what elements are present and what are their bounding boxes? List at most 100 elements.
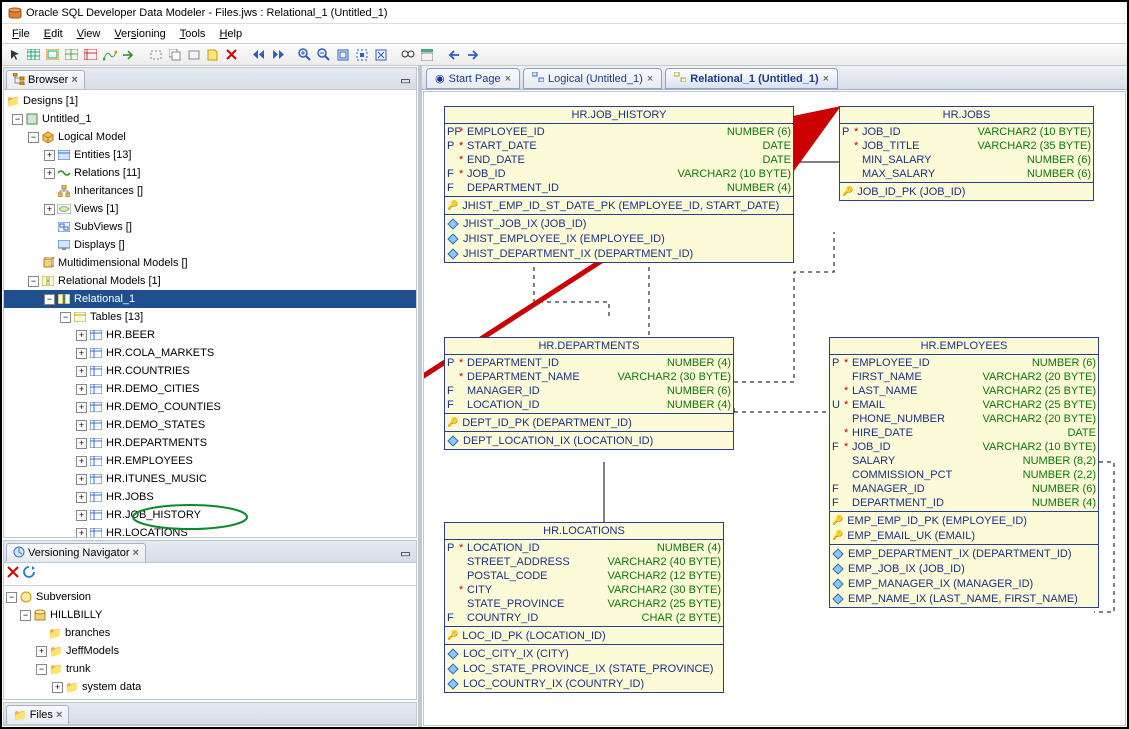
browser-tab[interactable]: Browser ×	[6, 70, 85, 89]
note-icon[interactable]	[204, 46, 221, 63]
delete-icon[interactable]	[223, 46, 240, 63]
expand-icon[interactable]: +	[36, 646, 47, 657]
tree-rel1[interactable]: Relational_1	[74, 293, 135, 305]
expand-icon[interactable]: +	[76, 474, 87, 485]
expand-icon[interactable]: +	[76, 438, 87, 449]
tree-relations[interactable]: Relations [11]	[74, 167, 140, 179]
minimize-icon[interactable]: ▭	[397, 545, 414, 562]
menu-help[interactable]: Help	[219, 28, 242, 40]
arrow-right-blue-icon[interactable]	[464, 46, 481, 63]
entity-departments[interactable]: HR.DEPARTMENTS P*DEPARTMENT_IDNUMBER (4)…	[444, 337, 734, 450]
tree-branches[interactable]: branches	[65, 627, 110, 639]
tree-table[interactable]: HR.ITUNES_MUSIC	[106, 473, 207, 485]
expand-icon[interactable]: +	[52, 682, 63, 693]
tree-table[interactable]: HR.DEMO_CITIES	[106, 383, 200, 395]
tree-table[interactable]: HR.JOB_HISTORY	[106, 509, 201, 521]
form-icon[interactable]	[418, 46, 435, 63]
entity-employees[interactable]: HR.EMPLOYEES P*EMPLOYEE_IDNUMBER (6)FIRS…	[829, 337, 1099, 608]
tree-inheritances[interactable]: Inheritances []	[74, 185, 143, 197]
tree-entities[interactable]: Entities [13]	[74, 149, 131, 161]
arrow-right-green-icon[interactable]	[120, 46, 137, 63]
tree-designs[interactable]: Designs [1]	[23, 95, 78, 107]
expand-icon[interactable]: +	[44, 204, 55, 215]
entity-locations[interactable]: HR.LOCATIONS P*LOCATION_IDNUMBER (4)STRE…	[444, 522, 724, 693]
versioning-tree[interactable]: −Subversion −HILLBILLY 📁branches +📁JeffM…	[4, 586, 416, 699]
zoom-in-icon[interactable]	[296, 46, 313, 63]
files-tab[interactable]: 📁 Files ×	[6, 705, 69, 724]
tree-table[interactable]: HR.COUNTRIES	[106, 365, 190, 377]
expand-icon[interactable]: +	[76, 456, 87, 467]
collapse-icon[interactable]: −	[20, 610, 31, 621]
tree-relmodels[interactable]: Relational Models [1]	[58, 275, 161, 287]
expand-icon[interactable]: +	[44, 150, 55, 161]
zoom-out-icon[interactable]	[315, 46, 332, 63]
tree-table[interactable]: HR.COLA_MARKETS	[106, 347, 214, 359]
tab-logical[interactable]: Logical (Untitled_1)×	[523, 68, 662, 89]
menu-edit[interactable]: Edit	[44, 28, 63, 40]
tree-trunk[interactable]: trunk	[66, 663, 90, 675]
tree-table[interactable]: HR.DEMO_COUNTIES	[106, 401, 221, 413]
collapse-icon[interactable]: −	[36, 664, 47, 675]
expand-icon[interactable]: +	[76, 528, 87, 538]
versioning-tab[interactable]: Versioning Navigator ×	[6, 543, 146, 562]
close-icon[interactable]: ×	[823, 73, 829, 85]
entity-job-history[interactable]: HR.JOB_HISTORY PF*EMPLOYEE_IDNUMBER (6)P…	[444, 106, 794, 263]
collapse-icon[interactable]: −	[12, 114, 23, 125]
nav-last-icon[interactable]	[269, 46, 286, 63]
menu-view[interactable]: View	[77, 28, 101, 40]
collapse-icon[interactable]: −	[28, 276, 39, 287]
arrow-left-blue-icon[interactable]	[445, 46, 462, 63]
tree-table[interactable]: HR.JOBS	[106, 491, 154, 503]
tree-table[interactable]: HR.EMPLOYEES	[106, 455, 193, 467]
tree-table[interactable]: HR.BEER	[106, 329, 155, 341]
expand-icon[interactable]: +	[76, 492, 87, 503]
entity-jobs[interactable]: HR.JOBS P*JOB_IDVARCHAR2 (10 BYTE)*JOB_T…	[839, 106, 1094, 201]
grid4-icon[interactable]	[82, 46, 99, 63]
expand-icon[interactable]: +	[76, 420, 87, 431]
close-icon[interactable]: ×	[647, 73, 653, 85]
default-size-icon[interactable]	[372, 46, 389, 63]
expand-icon[interactable]: +	[76, 330, 87, 341]
tree-logical[interactable]: Logical Model	[58, 131, 126, 143]
grid3-icon[interactable]	[63, 46, 80, 63]
close-icon[interactable]: ×	[505, 73, 511, 85]
browser-tree[interactable]: 📁Designs [1] −Untitled_1 −Logical Model …	[4, 90, 416, 537]
grid2-icon[interactable]	[44, 46, 61, 63]
grid1-icon[interactable]	[25, 46, 42, 63]
diagram-canvas[interactable]: HR.JOB_HISTORY PF*EMPLOYEE_IDNUMBER (6)P…	[423, 91, 1126, 726]
collapse-icon[interactable]: −	[60, 312, 71, 323]
expand-icon[interactable]: +	[76, 366, 87, 377]
tree-views[interactable]: Views [1]	[74, 203, 118, 215]
delete-icon[interactable]	[7, 566, 19, 582]
pointer-icon[interactable]	[6, 46, 23, 63]
copy-icon[interactable]	[166, 46, 183, 63]
minimize-icon[interactable]: ▭	[397, 72, 414, 89]
refresh-icon[interactable]	[23, 566, 36, 582]
close-icon[interactable]: ×	[56, 709, 62, 721]
nav-first-icon[interactable]	[250, 46, 267, 63]
fit-selection-icon[interactable]	[353, 46, 370, 63]
collapse-icon[interactable]: −	[28, 132, 39, 143]
menu-file[interactable]: File	[12, 28, 30, 40]
close-icon[interactable]: ×	[133, 547, 139, 559]
expand-icon[interactable]: +	[76, 510, 87, 521]
expand-icon[interactable]: +	[76, 402, 87, 413]
expand-icon[interactable]: +	[76, 384, 87, 395]
collapse-icon[interactable]: −	[6, 592, 17, 603]
tab-relational[interactable]: Relational_1 (Untitled_1)×	[665, 68, 838, 89]
box-solid-icon[interactable]	[185, 46, 202, 63]
tree-svn[interactable]: Subversion	[36, 591, 91, 603]
path-icon[interactable]	[101, 46, 118, 63]
menu-tools[interactable]: Tools	[180, 28, 206, 40]
tree-jeff[interactable]: JeffModels	[66, 645, 119, 657]
tree-table[interactable]: HR.DEPARTMENTS	[106, 437, 207, 449]
expand-icon[interactable]: +	[76, 348, 87, 359]
fit-window-icon[interactable]	[334, 46, 351, 63]
tree-design[interactable]: Untitled_1	[42, 113, 92, 125]
tree-subviews[interactable]: SubViews []	[74, 221, 132, 233]
close-icon[interactable]: ×	[71, 74, 77, 86]
tree-tables[interactable]: Tables [13]	[90, 311, 143, 323]
menu-versioning[interactable]: Versioning	[114, 28, 165, 40]
find-icon[interactable]	[399, 46, 416, 63]
tree-sys[interactable]: system data	[82, 681, 141, 693]
